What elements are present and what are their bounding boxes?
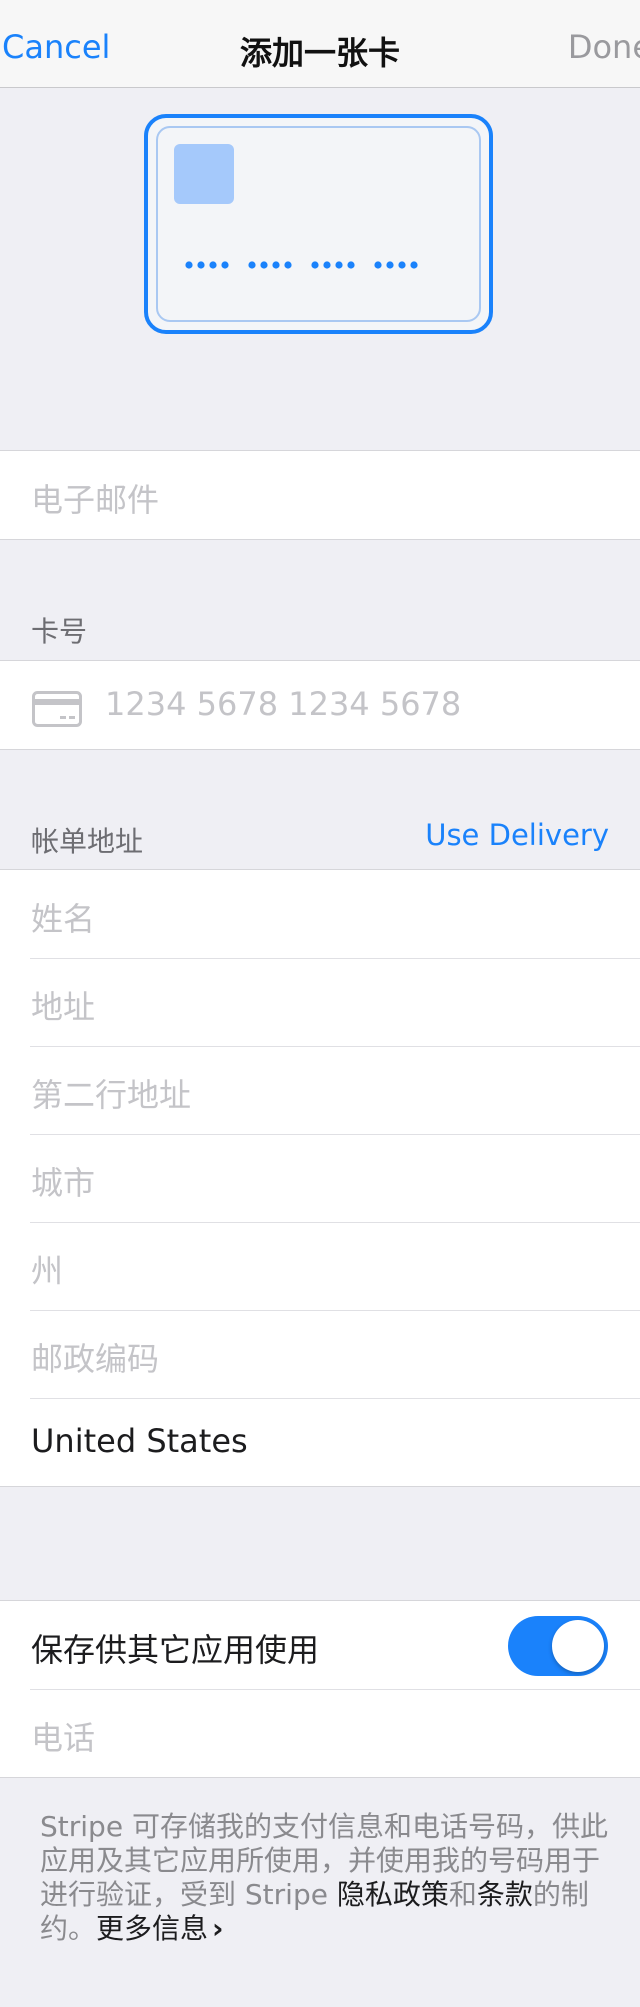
city-field[interactable]: 城市 xyxy=(0,1134,640,1222)
city-placeholder: 城市 xyxy=(31,1164,96,1202)
privacy-policy-link[interactable]: 隐私政策 xyxy=(337,1878,449,1911)
footer-and: 和 xyxy=(448,1878,477,1911)
footer-disclaimer: Stripe 可存储我的支付信息和电话号码，供此应用及其它应用所使用，并使用我的… xyxy=(40,1810,620,1946)
terms-link[interactable]: 条款 xyxy=(477,1878,533,1911)
card-number-field[interactable]: 1234 5678 1234 5678 xyxy=(0,661,640,749)
done-button[interactable]: Done xyxy=(568,28,640,66)
card-chip-icon xyxy=(174,144,234,204)
phone-field[interactable]: 电话 xyxy=(0,1689,640,1777)
save-toggle[interactable] xyxy=(508,1616,608,1676)
country-value: United States xyxy=(31,1422,248,1460)
page-title: 添加一张卡 xyxy=(239,34,400,72)
email-section: 电子邮件 xyxy=(0,450,640,540)
zip-placeholder: 邮政编码 xyxy=(31,1340,160,1378)
save-label: 保存供其它应用使用 xyxy=(31,1631,320,1669)
credit-card-icon xyxy=(32,691,82,727)
address-field[interactable]: 地址 xyxy=(0,958,640,1046)
more-info-link[interactable]: 更多信息 xyxy=(96,1912,208,1945)
email-field[interactable]: 电子邮件 xyxy=(0,451,640,539)
name-field[interactable]: 姓名 xyxy=(0,870,640,958)
toggle-knob xyxy=(552,1620,604,1672)
navigation-bar: Cancel 添加一张卡 Done xyxy=(0,0,640,88)
state-field[interactable]: 州 xyxy=(0,1222,640,1310)
card-number-placeholder: 1234 5678 1234 5678 xyxy=(105,685,462,723)
phone-placeholder: 电话 xyxy=(31,1719,96,1757)
billing-section: 姓名 地址 第二行地址 城市 州 邮政编码 United States xyxy=(0,869,640,1487)
address-line2-field[interactable]: 第二行地址 xyxy=(0,1046,640,1134)
address-placeholder: 地址 xyxy=(31,988,96,1026)
email-placeholder: 电子邮件 xyxy=(31,481,160,519)
card-number-mask xyxy=(185,261,418,269)
state-placeholder: 州 xyxy=(31,1252,64,1290)
zip-field[interactable]: 邮政编码 xyxy=(0,1310,640,1398)
chevron-right-icon: › xyxy=(212,1912,224,1945)
address-line2-placeholder: 第二行地址 xyxy=(31,1076,192,1114)
billing-header: 帐单地址 xyxy=(31,825,144,858)
card-number-section: 1234 5678 1234 5678 xyxy=(0,660,640,750)
use-delivery-button[interactable]: Use Delivery xyxy=(425,818,609,852)
name-placeholder: 姓名 xyxy=(31,900,96,938)
country-field[interactable]: United States xyxy=(0,1398,640,1486)
card-number-header: 卡号 xyxy=(31,615,88,648)
